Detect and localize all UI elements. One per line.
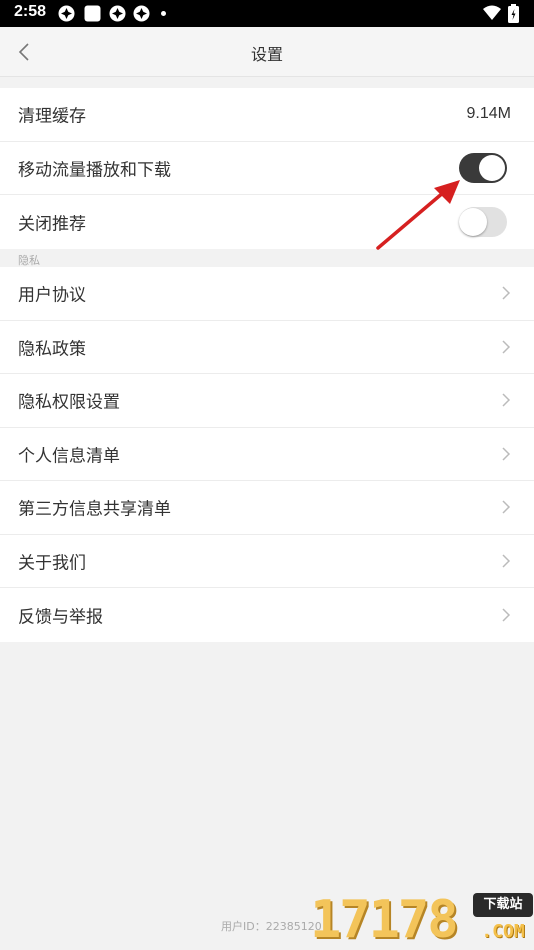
title-bar: 设置 bbox=[0, 27, 534, 77]
privacy-permissions-label: 隐私权限设置 bbox=[18, 392, 120, 413]
feedback-report-row[interactable]: 反馈与举报 bbox=[0, 588, 534, 642]
page-title: 设置 bbox=[250, 45, 283, 64]
watermark-digits: 17178 bbox=[310, 890, 459, 950]
privacy-section: 用户协议 隐私政策 隐私权限设置 个人信息清单 第三方信息共享清单 关于我们 反… bbox=[0, 267, 534, 642]
third-party-sharing-label: 第三方信息共享清单 bbox=[18, 499, 171, 520]
about-us-row[interactable]: 关于我们 bbox=[0, 535, 534, 588]
watermark-domain: .COM bbox=[481, 921, 525, 942]
privacy-permissions-row[interactable]: 隐私权限设置 bbox=[0, 374, 534, 428]
third-party-sharing-row[interactable]: 第三方信息共享清单 bbox=[0, 481, 534, 535]
chevron-right-icon bbox=[502, 286, 511, 300]
about-us-label: 关于我们 bbox=[18, 553, 86, 574]
app-notification-icon bbox=[109, 5, 126, 22]
watermark-badge: 下载站 bbox=[473, 893, 533, 917]
clear-cache-row[interactable]: 清理缓存 9.14M bbox=[0, 88, 534, 142]
chevron-right-icon bbox=[502, 608, 511, 622]
status-time: 2:58 bbox=[14, 3, 47, 20]
more-notifications-dot bbox=[161, 11, 166, 16]
app-notification-icon bbox=[58, 5, 75, 22]
user-agreement-label: 用户协议 bbox=[18, 285, 86, 306]
user-id-label: 用户ID：22385120 bbox=[221, 920, 322, 933]
privacy-section-label: 隐私 bbox=[18, 254, 40, 267]
watermark-logo: 17178 下载站 .COM bbox=[310, 890, 534, 950]
chevron-right-icon bbox=[502, 500, 511, 514]
disable-recommend-label: 关闭推荐 bbox=[18, 214, 86, 235]
cache-size-value: 9.14M bbox=[466, 105, 511, 123]
wifi-icon bbox=[483, 5, 501, 20]
battery-icon bbox=[508, 4, 519, 23]
user-agreement-row[interactable]: 用户协议 bbox=[0, 267, 534, 321]
status-bar: 2:58 bbox=[0, 0, 534, 27]
clear-cache-label: 清理缓存 bbox=[18, 106, 86, 127]
chevron-right-icon bbox=[502, 340, 511, 354]
annotation-arrow-icon bbox=[376, 180, 460, 250]
app-notification-icon bbox=[84, 5, 101, 22]
chevron-right-icon bbox=[502, 393, 511, 407]
app-notification-icon bbox=[133, 5, 150, 22]
feedback-report-label: 反馈与举报 bbox=[18, 607, 103, 628]
privacy-policy-label: 隐私政策 bbox=[18, 339, 86, 360]
personal-info-list-label: 个人信息清单 bbox=[18, 446, 120, 467]
mobile-data-label: 移动流量播放和下载 bbox=[18, 160, 171, 181]
chevron-right-icon bbox=[502, 554, 511, 568]
personal-info-list-row[interactable]: 个人信息清单 bbox=[0, 428, 534, 481]
mobile-data-toggle[interactable] bbox=[459, 152, 507, 183]
disable-recommend-toggle[interactable] bbox=[459, 206, 507, 237]
toggle-knob bbox=[479, 154, 505, 181]
privacy-policy-row[interactable]: 隐私政策 bbox=[0, 321, 534, 374]
chevron-right-icon bbox=[502, 447, 511, 461]
